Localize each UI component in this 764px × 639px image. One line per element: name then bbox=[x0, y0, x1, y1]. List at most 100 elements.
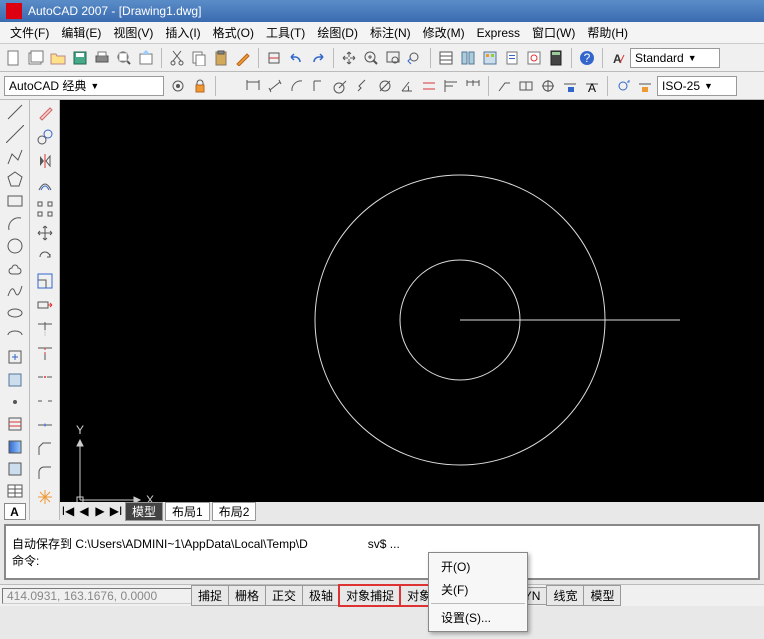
dim-radius-icon[interactable] bbox=[331, 76, 351, 96]
zoom-window-icon[interactable] bbox=[383, 48, 403, 68]
cut-icon[interactable] bbox=[167, 48, 187, 68]
revcloud-icon[interactable] bbox=[4, 258, 26, 278]
print-icon[interactable] bbox=[92, 48, 112, 68]
gradient-icon[interactable] bbox=[4, 436, 26, 456]
line-icon[interactable] bbox=[4, 102, 26, 122]
chamfer-icon[interactable] bbox=[34, 438, 56, 460]
workspace-dropdown[interactable]: AutoCAD 经典▼ bbox=[4, 76, 164, 96]
extend-icon[interactable] bbox=[34, 342, 56, 364]
tab-prev-button[interactable]: ◀ bbox=[76, 504, 92, 518]
dim-linear-icon[interactable] bbox=[243, 76, 263, 96]
properties-icon[interactable] bbox=[436, 48, 456, 68]
zoom-realtime-icon[interactable] bbox=[361, 48, 381, 68]
pline-icon[interactable] bbox=[4, 147, 26, 167]
dim-continue-icon[interactable] bbox=[463, 76, 483, 96]
fillet-icon[interactable] bbox=[34, 462, 56, 484]
context-off[interactable]: 关(F) bbox=[431, 578, 525, 601]
workspace-lock-icon[interactable] bbox=[190, 76, 210, 96]
break-icon[interactable] bbox=[34, 390, 56, 412]
copy-obj-icon[interactable] bbox=[34, 126, 56, 148]
tab-layout1[interactable]: 布局1 bbox=[165, 502, 210, 521]
explode-icon[interactable] bbox=[34, 486, 56, 508]
array-icon[interactable] bbox=[34, 198, 56, 220]
menu-edit[interactable]: 编辑(E) bbox=[55, 24, 107, 41]
textstyle-dropdown[interactable]: Standard▼ bbox=[630, 48, 720, 68]
make-block-icon[interactable] bbox=[4, 370, 26, 390]
designcenter-icon[interactable] bbox=[458, 48, 478, 68]
scale-icon[interactable] bbox=[34, 270, 56, 292]
stretch-icon[interactable] bbox=[34, 294, 56, 316]
hatch-icon[interactable] bbox=[4, 414, 26, 434]
menu-view[interactable]: 视图(V) bbox=[107, 24, 159, 41]
mirror-icon[interactable] bbox=[34, 150, 56, 172]
pan-icon[interactable] bbox=[339, 48, 359, 68]
tab-model[interactable]: 模型 bbox=[125, 502, 163, 521]
circle-icon[interactable] bbox=[4, 236, 26, 256]
point-icon[interactable] bbox=[4, 392, 26, 412]
polar-toggle[interactable]: 极轴 bbox=[302, 585, 340, 606]
dim-aligned-icon[interactable] bbox=[265, 76, 285, 96]
dim-ordinate-icon[interactable] bbox=[309, 76, 329, 96]
publish-icon[interactable] bbox=[136, 48, 156, 68]
spline-icon[interactable] bbox=[4, 280, 26, 300]
sheetset-icon[interactable] bbox=[502, 48, 522, 68]
ortho-toggle[interactable]: 正交 bbox=[265, 585, 303, 606]
grid-toggle[interactable]: 栅格 bbox=[228, 585, 266, 606]
osnap-toggle[interactable]: 对象捕捉 bbox=[339, 585, 401, 606]
menu-dimension[interactable]: 标注(N) bbox=[364, 24, 417, 41]
ellipse-arc-icon[interactable] bbox=[4, 325, 26, 345]
menu-insert[interactable]: 插入(I) bbox=[159, 24, 206, 41]
menu-help[interactable]: 帮助(H) bbox=[581, 24, 634, 41]
model-toggle[interactable]: 模型 bbox=[583, 585, 621, 606]
dim-update-icon[interactable] bbox=[613, 76, 633, 96]
tab-last-button[interactable]: ▶I bbox=[108, 504, 124, 518]
toolpalettes-icon[interactable] bbox=[480, 48, 500, 68]
menu-file[interactable]: 文件(F) bbox=[4, 24, 55, 41]
offset-icon[interactable] bbox=[34, 174, 56, 196]
save-icon[interactable] bbox=[70, 48, 90, 68]
menu-window[interactable]: 窗口(W) bbox=[526, 24, 581, 41]
markup-icon[interactable] bbox=[524, 48, 544, 68]
context-settings[interactable]: 设置(S)... bbox=[431, 606, 525, 629]
quickcalc-icon[interactable] bbox=[546, 48, 566, 68]
tab-next-button[interactable]: ▶ bbox=[92, 504, 108, 518]
ellipse-icon[interactable] bbox=[4, 303, 26, 323]
xline-icon[interactable] bbox=[4, 124, 26, 144]
workspace-settings-icon[interactable] bbox=[168, 76, 188, 96]
tab-first-button[interactable]: I◀ bbox=[60, 504, 76, 518]
snap-toggle[interactable]: 捕捉 bbox=[191, 585, 229, 606]
insert-block-icon[interactable] bbox=[4, 347, 26, 367]
menu-modify[interactable]: 修改(M) bbox=[417, 24, 471, 41]
matchprop-icon[interactable] bbox=[233, 48, 253, 68]
dim-edit-icon[interactable] bbox=[560, 76, 580, 96]
preview-icon[interactable] bbox=[114, 48, 134, 68]
polygon-icon[interactable] bbox=[4, 169, 26, 189]
textstyle-icon[interactable]: A bbox=[608, 48, 628, 68]
erase-icon[interactable] bbox=[34, 102, 56, 124]
arc-icon[interactable] bbox=[4, 213, 26, 233]
dim-arc-icon[interactable] bbox=[287, 76, 307, 96]
lwt-toggle[interactable]: 线宽 bbox=[546, 585, 584, 606]
dim-center-icon[interactable] bbox=[538, 76, 558, 96]
dimstyle-dropdown[interactable]: ISO-25▼ bbox=[657, 76, 737, 96]
dimstyle-icon[interactable] bbox=[635, 76, 655, 96]
dim-tolerance-icon[interactable] bbox=[516, 76, 536, 96]
rectangle-icon[interactable] bbox=[4, 191, 26, 211]
dim-quick-icon[interactable] bbox=[419, 76, 439, 96]
qnew-icon[interactable] bbox=[4, 48, 24, 68]
dim-jogged-icon[interactable] bbox=[353, 76, 373, 96]
move-icon[interactable] bbox=[34, 222, 56, 244]
table-icon[interactable] bbox=[4, 481, 26, 501]
block-editor-icon[interactable] bbox=[264, 48, 284, 68]
dim-leader-icon[interactable] bbox=[494, 76, 514, 96]
tab-layout2[interactable]: 布局2 bbox=[212, 502, 257, 521]
command-window[interactable]: 自动保存到 C:\Users\ADMINI~1\AppData\Local\Te… bbox=[4, 524, 760, 580]
new-sheetset-icon[interactable] bbox=[26, 48, 46, 68]
paste-icon[interactable] bbox=[211, 48, 231, 68]
undo-icon[interactable] bbox=[286, 48, 306, 68]
copy-icon[interactable] bbox=[189, 48, 209, 68]
drawing-canvas[interactable]: X Y I◀ ◀ ▶ ▶I 模型 布局1 布局2 bbox=[60, 100, 764, 520]
menu-express[interactable]: Express bbox=[471, 26, 526, 40]
trim-icon[interactable] bbox=[34, 318, 56, 340]
region-icon[interactable] bbox=[4, 459, 26, 479]
